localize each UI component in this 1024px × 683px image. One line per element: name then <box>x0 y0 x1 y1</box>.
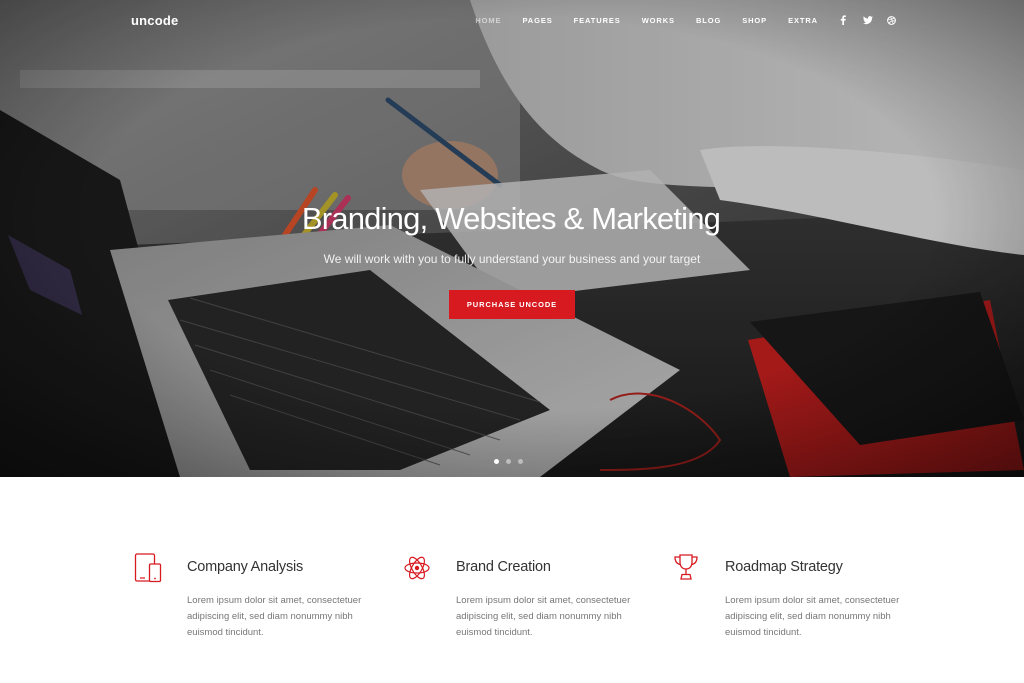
facebook-icon[interactable] <box>838 15 848 25</box>
slider-pagination <box>494 459 530 464</box>
purchase-button[interactable]: PURCHASE UNCODE <box>449 290 575 319</box>
feature-brand-creation: Brand Creation Lorem ipsum dolor sit ame… <box>403 553 663 653</box>
feature-description: Lorem ipsum dolor sit amet, consectetuer… <box>456 595 631 638</box>
feature-description: Lorem ipsum dolor sit amet, consectetuer… <box>725 595 900 638</box>
hero-subtitle: We will work with you to fully understan… <box>323 252 701 266</box>
site-logo[interactable]: uncode <box>131 13 178 28</box>
feature-title: Brand Creation <box>456 559 551 575</box>
features-section: Company Analysis Lorem ipsum dolor sit a… <box>0 477 1024 683</box>
feature-roadmap-strategy: Roadmap Strategy Lorem ipsum dolor sit a… <box>672 553 932 653</box>
top-navigation: uncode HOME PAGES FEATURES WORKS BLOG SH… <box>0 0 1024 42</box>
hero-content: Branding, Websites & Marketing We will w… <box>0 198 1024 267</box>
main-menu: HOME PAGES FEATURES WORKS BLOG SHOP EXTR… <box>454 15 896 25</box>
menu-item-pages[interactable]: PAGES <box>522 16 552 25</box>
hero-slider: uncode HOME PAGES FEATURES WORKS BLOG SH… <box>0 0 1024 477</box>
trophy-icon <box>672 553 702 583</box>
atom-icon <box>403 553 433 583</box>
feature-title: Roadmap Strategy <box>725 559 843 575</box>
slider-dot-1[interactable] <box>494 459 499 464</box>
feature-description: Lorem ipsum dolor sit amet, consectetuer… <box>187 595 362 638</box>
hero-title: Branding, Websites & Marketing <box>301 201 721 236</box>
twitter-icon[interactable] <box>863 15 873 25</box>
tablet-phone-icon <box>134 553 164 583</box>
menu-item-works[interactable]: WORKS <box>642 16 675 25</box>
menu-item-shop[interactable]: SHOP <box>742 16 767 25</box>
menu-item-blog[interactable]: BLOG <box>696 16 721 25</box>
menu-item-home[interactable]: HOME <box>475 16 501 25</box>
feature-title: Company Analysis <box>187 559 304 575</box>
dribbble-icon[interactable] <box>886 15 896 25</box>
slider-dot-2[interactable] <box>506 459 511 464</box>
menu-item-extra[interactable]: EXTRA <box>788 16 818 25</box>
menu-item-features[interactable]: FEATURES <box>574 16 621 25</box>
slider-dot-3[interactable] <box>518 459 523 464</box>
feature-company-analysis: Company Analysis Lorem ipsum dolor sit a… <box>134 553 394 653</box>
